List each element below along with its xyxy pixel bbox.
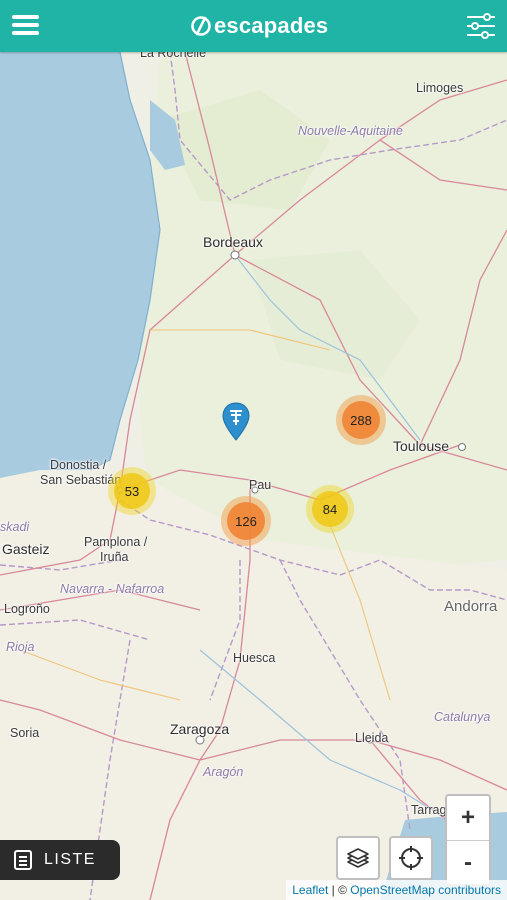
- layers-button[interactable]: [336, 836, 380, 880]
- marker-cluster[interactable]: 288: [336, 395, 386, 445]
- cluster-count: 126: [227, 502, 265, 540]
- filter-button[interactable]: [465, 12, 497, 40]
- sliders-icon: [467, 13, 495, 39]
- place-label-tarragona: Tarrag: [411, 803, 447, 817]
- place-label-la-rochelle: La Rochelle: [140, 52, 207, 60]
- map-attribution: Leaflet | © OpenStreetMap contributors: [286, 880, 507, 900]
- place-label-pamplona: Pamplona /: [84, 535, 148, 549]
- place-label-navarra: Navarra - Nafarroa: [60, 582, 165, 596]
- hamburger-icon-line: [12, 31, 39, 35]
- zoom-out-button[interactable]: -: [447, 841, 489, 885]
- place-label-catalunya: Catalunya: [434, 710, 491, 724]
- app-name: escapades: [214, 13, 329, 38]
- cluster-count: 53: [114, 473, 150, 509]
- place-label-logrono: Logroño: [4, 602, 50, 616]
- place-label-gasteiz: Gasteiz: [2, 541, 50, 557]
- locate-button[interactable]: [389, 836, 433, 880]
- cluster-count: 288: [342, 401, 380, 439]
- app-logo[interactable]: escapades: [190, 10, 328, 42]
- place-label-iruna: Iruña: [100, 550, 129, 564]
- place-label-zaragoza: Zaragoza: [170, 721, 230, 737]
- cluster-count: 84: [312, 491, 348, 527]
- osm-link[interactable]: OpenStreetMap contributors: [350, 883, 501, 897]
- hamburger-icon-line: [12, 23, 39, 27]
- place-label-donostia: Donostia /: [50, 458, 107, 472]
- place-label-huesca: Huesca: [233, 651, 276, 665]
- zoom-control: + -: [445, 794, 491, 886]
- place-label-lleida: Lleida: [355, 731, 389, 745]
- hamburger-icon: [12, 15, 39, 19]
- crosshair-icon: [399, 846, 423, 870]
- place-label-pau: Pau: [249, 478, 272, 492]
- layers-icon: [347, 848, 369, 868]
- place-label-euskadi: skadi: [0, 520, 30, 534]
- leaflet-link[interactable]: Leaflet: [292, 883, 328, 897]
- marker-cluster[interactable]: 84: [306, 485, 354, 533]
- logo-icon: [191, 16, 211, 36]
- menu-button[interactable]: [12, 12, 42, 38]
- marker-cluster[interactable]: 53: [108, 467, 156, 515]
- place-label-bordeaux: Bordeaux: [203, 234, 263, 250]
- place-label-andorra: Andorra: [444, 598, 498, 615]
- place-label-aragon: Aragón: [203, 765, 244, 779]
- place-label-limoges: Limoges: [416, 81, 464, 95]
- liste-label: LISTE: [44, 851, 96, 868]
- location-pin-icon[interactable]: [221, 402, 251, 447]
- attribution-separator: | ©: [328, 883, 351, 897]
- place-label-soria: Soria: [10, 726, 40, 740]
- liste-button[interactable]: LISTE: [0, 840, 120, 880]
- place-label-toulouse: Toulouse: [393, 438, 450, 454]
- marker-cluster[interactable]: 126: [221, 496, 271, 546]
- zoom-in-button[interactable]: +: [447, 796, 489, 841]
- list-icon: [14, 850, 32, 870]
- place-label-rioja: Rioja: [6, 640, 35, 654]
- place-label-nouvelle-aquitaine: Nouvelle-Aquitaine: [298, 124, 403, 138]
- map-view[interactable]: La Rochelle Limoges Nouvelle-Aquitaine B…: [0, 52, 507, 900]
- app-header: escapades: [0, 0, 507, 52]
